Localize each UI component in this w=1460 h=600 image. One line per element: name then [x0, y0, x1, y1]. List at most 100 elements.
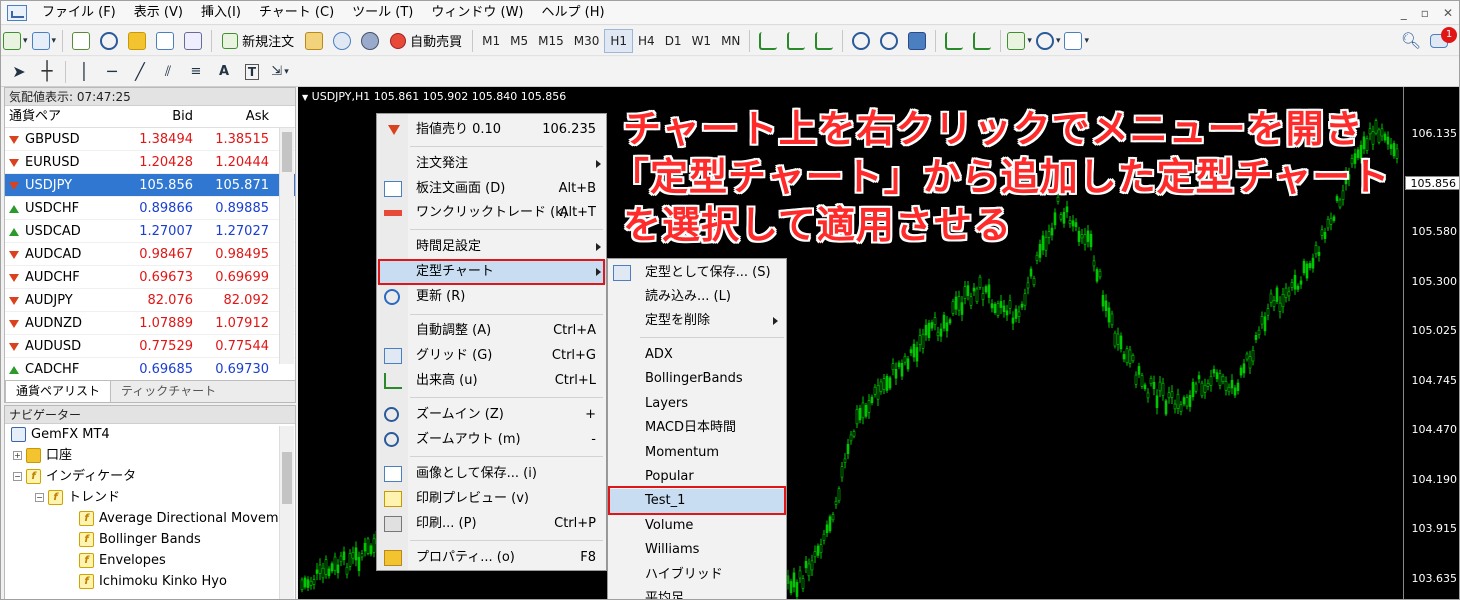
- trendline-button[interactable]: ╱: [128, 60, 152, 84]
- template-item[interactable]: Layers: [608, 392, 786, 416]
- template-item[interactable]: ADX: [608, 343, 786, 367]
- nav-root[interactable]: GemFX MT4: [5, 424, 295, 445]
- signals-button[interactable]: [358, 29, 382, 53]
- menu-save-image[interactable]: 画像として保存... (i): [377, 462, 606, 486]
- template-item[interactable]: Volume: [608, 514, 786, 538]
- menu-one-click[interactable]: ワンクリックトレード (k) Alt+T: [377, 201, 606, 225]
- menu-order[interactable]: 注文発注: [377, 152, 606, 176]
- symbol-row[interactable]: AUDJPY 82.076 82.092: [5, 289, 295, 312]
- tile-windows-button[interactable]: [905, 29, 929, 53]
- nav-indicators[interactable]: − f インディケータ: [5, 466, 295, 487]
- template-item[interactable]: Test_1: [608, 489, 786, 514]
- zoom-out-button[interactable]: [877, 29, 901, 53]
- symbol-row[interactable]: AUDNZD 1.07889 1.07912: [5, 312, 295, 335]
- cursor-button[interactable]: ➤: [7, 60, 31, 84]
- price-axis[interactable]: 106.135 105.856 105.580 105.300 105.025 …: [1403, 87, 1459, 599]
- text-button[interactable]: A: [212, 60, 236, 84]
- tester-button[interactable]: [181, 29, 205, 53]
- menu-load-template[interactable]: 読み込み... (L): [608, 285, 786, 309]
- symbol-row[interactable]: EURUSD 1.20428 1.20444: [5, 151, 295, 174]
- line-chart-button[interactable]: [812, 29, 836, 53]
- nav-indicator-item[interactable]: f Average Directional Moveme: [5, 508, 295, 529]
- menu-board[interactable]: 板注文画面 (D) Alt+B: [377, 177, 606, 201]
- text-label-button[interactable]: T: [240, 60, 264, 84]
- candle-chart-button[interactable]: [784, 29, 808, 53]
- tf-mn[interactable]: MN: [716, 29, 745, 53]
- nav-accounts[interactable]: + 口座: [5, 445, 295, 466]
- new-chart-button[interactable]: ▾: [3, 29, 28, 53]
- menu-zoom-out[interactable]: ズームアウト (m) -: [377, 428, 606, 452]
- menu-grid[interactable]: グリッド (G) Ctrl+G: [377, 344, 606, 368]
- menu-template[interactable]: 定型チャート: [377, 260, 606, 284]
- close-button[interactable]: ✕: [1443, 1, 1453, 25]
- symbol-row[interactable]: AUDCAD 0.98467 0.98495: [5, 243, 295, 266]
- template-item[interactable]: Popular: [608, 465, 786, 489]
- symbol-row[interactable]: GBPUSD 1.38494 1.38515: [5, 128, 295, 151]
- menu-chart[interactable]: チャート (C): [250, 1, 343, 25]
- tf-m30[interactable]: M30: [569, 29, 605, 53]
- market-watch-scrollbar[interactable]: [279, 128, 294, 364]
- menu-volume[interactable]: 出来高 (u) Ctrl+L: [377, 369, 606, 393]
- menu-file[interactable]: ファイル (F): [33, 1, 125, 25]
- symbol-row[interactable]: AUDCHF 0.69673 0.69699: [5, 266, 295, 289]
- menu-print[interactable]: 印刷... (P) Ctrl+P: [377, 512, 606, 536]
- menu-sell-limit[interactable]: 指値売り 0.10 106.235: [377, 118, 606, 142]
- column-bid[interactable]: Bid: [121, 106, 197, 127]
- community-button[interactable]: [330, 29, 354, 53]
- templates-button[interactable]: ▾: [1064, 29, 1089, 53]
- navigator-scrollbar[interactable]: [279, 426, 294, 599]
- template-item[interactable]: Williams: [608, 538, 786, 562]
- navigator-button[interactable]: [125, 29, 149, 53]
- equidistant-channel-button[interactable]: ⫽: [156, 60, 180, 84]
- nav-indicator-item[interactable]: f Ichimoku Kinko Hyo: [5, 571, 295, 592]
- terminal-button[interactable]: [153, 29, 177, 53]
- arrows-button[interactable]: ⇲ ▾: [268, 60, 292, 84]
- menu-save-template[interactable]: 定型として保存... (S): [608, 261, 786, 285]
- symbol-row[interactable]: CADCHF 0.69685 0.69730: [5, 358, 295, 381]
- menu-print-preview[interactable]: 印刷プレビュー (v): [377, 487, 606, 511]
- menu-help[interactable]: ヘルプ (H): [533, 1, 614, 25]
- menu-delete-template[interactable]: 定型を削除: [608, 309, 786, 333]
- tf-m15[interactable]: M15: [533, 29, 569, 53]
- nav-indicator-item[interactable]: f Envelopes: [5, 550, 295, 571]
- template-item[interactable]: BollingerBands: [608, 367, 786, 391]
- search-button[interactable]: 🔍︎: [1399, 29, 1423, 53]
- template-item[interactable]: 平均足: [608, 587, 786, 599]
- tf-h1[interactable]: H1: [604, 28, 634, 53]
- symbol-row[interactable]: USDJPY 105.856 105.871: [5, 174, 295, 197]
- indicators-button[interactable]: ▾: [1007, 29, 1032, 53]
- minimize-button[interactable]: _: [1401, 1, 1407, 25]
- menu-properties[interactable]: プロパティ... (o) F8: [377, 546, 606, 570]
- symbol-row[interactable]: USDCHF 0.89866 0.89885: [5, 197, 295, 220]
- tab-symbols[interactable]: 通貨ペアリスト: [5, 381, 112, 402]
- collapse-icon[interactable]: −: [13, 472, 22, 481]
- data-window-button[interactable]: [97, 29, 121, 53]
- crosshair-button[interactable]: ┼: [35, 60, 59, 84]
- menu-insert[interactable]: 挿入(I): [192, 1, 250, 25]
- metaeditor-button[interactable]: [302, 29, 326, 53]
- nav-indicator-item[interactable]: f Bollinger Bands: [5, 529, 295, 550]
- menu-zoom-in[interactable]: ズームイン (Z) +: [377, 403, 606, 427]
- menu-view[interactable]: 表示 (V): [125, 1, 192, 25]
- menu-autoscale[interactable]: 自動調整 (A) Ctrl+A: [377, 319, 606, 343]
- bar-chart-button[interactable]: [756, 29, 780, 53]
- chart-shift-button[interactable]: [970, 29, 994, 53]
- fibonacci-button[interactable]: ≡: [184, 60, 208, 84]
- menu-window[interactable]: ウィンドウ (W): [422, 1, 532, 25]
- chart-collapse-icon[interactable]: ▼: [302, 93, 308, 102]
- symbol-row[interactable]: USDCAD 1.27007 1.27027: [5, 220, 295, 243]
- template-item[interactable]: Momentum: [608, 441, 786, 465]
- vertical-line-button[interactable]: │: [72, 60, 96, 84]
- zoom-in-button[interactable]: [849, 29, 873, 53]
- market-watch-button[interactable]: [69, 29, 93, 53]
- expand-icon[interactable]: +: [13, 451, 22, 460]
- auto-trade-button[interactable]: 自動売買: [386, 29, 466, 53]
- tf-w1[interactable]: W1: [687, 29, 717, 53]
- tab-tick-chart[interactable]: ティックチャート: [111, 381, 226, 402]
- menu-tools[interactable]: ツール (T): [343, 1, 422, 25]
- template-item[interactable]: ハイブリッド: [608, 563, 786, 587]
- menu-refresh[interactable]: 更新 (R): [377, 285, 606, 309]
- tf-m1[interactable]: M1: [477, 29, 505, 53]
- new-order-button[interactable]: 新規注文: [218, 29, 298, 53]
- symbol-row[interactable]: AUDUSD 0.77529 0.77544: [5, 335, 295, 358]
